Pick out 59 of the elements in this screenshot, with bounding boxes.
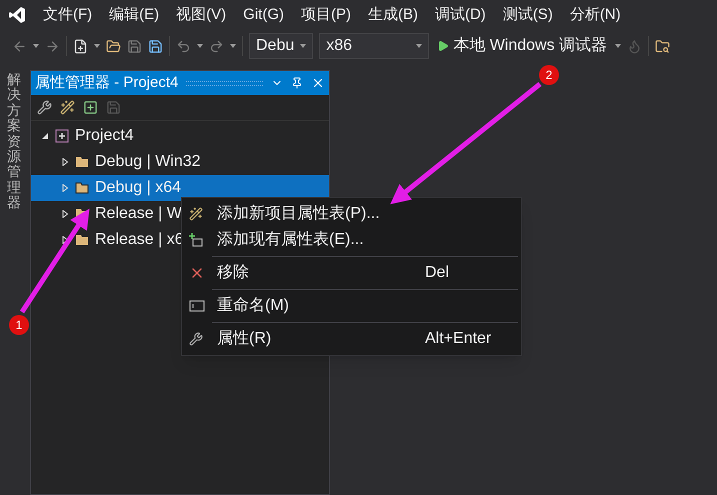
find-icon[interactable] [655, 38, 670, 54]
start-debugger-button[interactable]: 本地 Windows 调试器 [435, 33, 610, 59]
annotation-badge: 2 [539, 65, 559, 85]
menu-item[interactable]: 生成(B) [368, 4, 418, 26]
caret-icon [94, 44, 100, 48]
play-icon [437, 40, 450, 52]
menu-item[interactable]: 文件(F) [43, 4, 92, 26]
caret-icon [230, 44, 236, 48]
rename-icon [189, 300, 205, 312]
panel-title-bar: 属性管理器 - Project4 [31, 71, 329, 95]
project-icon [55, 129, 69, 143]
side-tab[interactable]: 解决方案资源管理器 [7, 72, 21, 211]
close-icon[interactable] [311, 76, 325, 90]
add-sheet-icon[interactable] [83, 100, 98, 115]
open-folder-icon[interactable] [106, 38, 121, 54]
tree-item[interactable]: Project4 [31, 123, 329, 149]
caret-icon [416, 44, 422, 48]
undo-icon[interactable] [176, 38, 191, 54]
caret-icon [33, 44, 39, 48]
save-icon[interactable] [127, 38, 142, 54]
expanded-arrow-icon[interactable] [41, 132, 49, 140]
menu-item[interactable]: Git(G) [243, 4, 284, 26]
menu-entry[interactable]: 重命名(M) [182, 293, 521, 319]
menu-item[interactable]: 视图(V) [176, 4, 226, 26]
back-icon[interactable] [12, 38, 27, 54]
wrench-icon[interactable] [37, 100, 52, 115]
menu-item[interactable]: 编辑(E) [109, 4, 160, 26]
collapsed-arrow-icon[interactable] [61, 210, 69, 218]
redo-icon[interactable] [209, 38, 224, 54]
menu-item[interactable]: 测试(S) [502, 4, 553, 26]
folder-icon [75, 234, 89, 246]
configuration-dropdown[interactable]: Debu [249, 33, 314, 59]
caret-icon [300, 44, 306, 48]
pin-icon[interactable] [291, 77, 303, 89]
forward-icon[interactable] [45, 38, 60, 54]
folder-icon [75, 182, 89, 194]
new-file-icon[interactable] [73, 38, 88, 54]
save-all-icon[interactable] [148, 38, 163, 54]
caret-icon [197, 44, 203, 48]
menu-entry[interactable]: 属性(R) Alt+Enter [182, 326, 521, 352]
menu-entry[interactable]: 移除 Del [182, 260, 521, 286]
wand-icon[interactable] [60, 100, 75, 115]
menu-entry[interactable]: 添加新项目属性表(P)... [182, 201, 521, 227]
collapsed-arrow-icon[interactable] [61, 158, 69, 166]
menu-item[interactable]: 分析(N) [570, 4, 621, 26]
caret-icon [615, 44, 622, 48]
tree-item[interactable]: Debug | x64 [31, 175, 329, 201]
add-sheet-icon [189, 233, 203, 247]
annotation-badge: 1 [9, 315, 29, 335]
tree-item[interactable]: Debug | Win32 [31, 149, 329, 175]
wrench-icon [189, 332, 203, 346]
folder-icon [75, 156, 89, 168]
collapsed-arrow-icon[interactable] [61, 236, 69, 244]
platform-dropdown[interactable]: x86 [319, 33, 430, 59]
logo-icon [8, 6, 26, 24]
menu-entry[interactable]: 添加现有属性表(E)... [182, 227, 521, 253]
menu-item[interactable]: 调试(D) [434, 4, 486, 26]
menu-item[interactable]: 项目(P) [300, 4, 351, 26]
wand-icon [189, 207, 203, 221]
